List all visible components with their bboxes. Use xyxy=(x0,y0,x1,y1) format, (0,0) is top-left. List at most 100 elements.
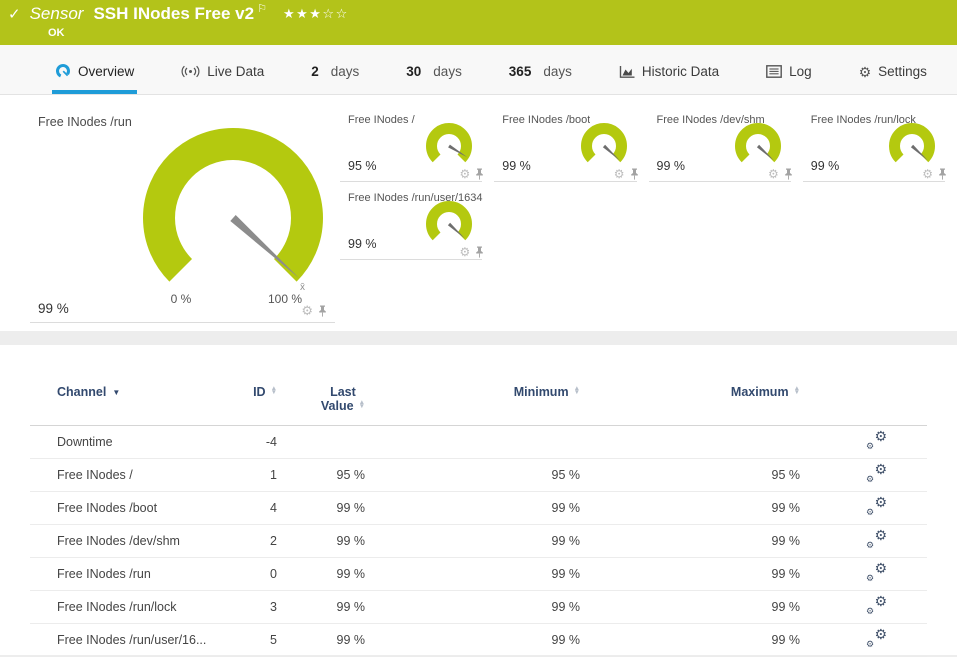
tab-label: Live Data xyxy=(207,64,265,79)
gauge-pin-icon[interactable] xyxy=(938,168,947,180)
gauge-settings-gear-icon[interactable]: ⚙ xyxy=(922,168,933,180)
column-header-id[interactable]: ID ▲ ▼ xyxy=(220,383,277,426)
channel-settings-gears-icon[interactable]: ⚙ ⚙ xyxy=(866,594,887,616)
small-gauge-tile[interactable]: Free INodes /dev/shm 99 % ⚙ xyxy=(648,110,793,182)
column-header-minimum[interactable]: Minimum ▲ ▼ xyxy=(365,383,580,426)
tab-overview[interactable]: Overview xyxy=(52,63,138,94)
channel-minimum: 95 % xyxy=(551,468,581,482)
table-row[interactable]: Free INodes /run 0 99 % 99 % 99 % ⚙ ⚙ xyxy=(30,558,927,591)
gauge-value: 99 % xyxy=(810,159,840,173)
tab-2-days[interactable]: 2 days xyxy=(308,64,362,94)
channel-minimum: 99 % xyxy=(551,567,581,581)
table-row[interactable]: Downtime -4 ⚙ ⚙ xyxy=(30,426,927,459)
channel-settings-gears-icon[interactable]: ⚙ ⚙ xyxy=(866,528,887,550)
channel-minimum: 99 % xyxy=(551,600,581,614)
channel-name: Free INodes /boot xyxy=(57,501,158,515)
channel-last-value: 99 % xyxy=(336,633,366,647)
gauge-value: 95 % xyxy=(348,159,377,173)
log-list-icon xyxy=(766,65,782,78)
channel-id: 5 xyxy=(270,633,277,647)
channel-maximum: 99 % xyxy=(771,600,801,614)
pin-icon xyxy=(630,168,638,180)
small-gauge-tile[interactable]: Free INodes / 95 % ⚙ xyxy=(340,110,484,182)
gauge-pin-icon[interactable] xyxy=(784,168,793,180)
channel-id: 0 xyxy=(270,567,277,581)
priority-stars[interactable]: ★★★☆☆ xyxy=(283,6,349,22)
channel-last-value: 99 % xyxy=(336,534,366,548)
channel-last-value: 99 % xyxy=(336,600,366,614)
gauge-chart xyxy=(426,201,473,241)
channel-last-value: 95 % xyxy=(336,468,366,482)
gauges-panel: Free INodes /run x̄ 0 % 100 % 99 % ⚙ Fre… xyxy=(0,95,957,331)
table-header-row: Channel ▼ ID ▲ ▼ Last Value ▲ ▼ Minimum ▲ ▼ Maxi… xyxy=(30,383,927,426)
column-header-channel[interactable]: Channel ▼ xyxy=(30,383,220,426)
tab-log[interactable]: Log xyxy=(763,64,815,94)
channel-settings-gears-icon[interactable]: ⚙ ⚙ xyxy=(866,429,887,451)
area-chart-icon xyxy=(619,65,635,79)
small-gauge-tile[interactable]: Free INodes /boot 99 % ⚙ xyxy=(494,110,639,182)
pin-icon xyxy=(784,168,792,180)
channel-settings-gears-icon[interactable]: ⚙ ⚙ xyxy=(866,462,887,484)
channel-id: 2 xyxy=(270,534,277,548)
tab-label: Overview xyxy=(78,63,135,79)
gauge-pin-icon[interactable] xyxy=(630,168,639,180)
table-row[interactable]: Free INodes /run/lock 3 99 % 99 % 99 % ⚙ ⚙ xyxy=(30,591,927,624)
tab-30-days[interactable]: 30 days xyxy=(403,64,465,94)
small-gauge-tile[interactable]: Free INodes /run/lock 99 % ⚙ xyxy=(802,110,947,182)
channel-settings-gears-icon[interactable]: ⚙ ⚙ xyxy=(866,627,887,649)
table-row[interactable]: Free INodes /run/user/16... 5 99 % 99 % 99 %… xyxy=(30,624,927,657)
gauge-settings-gear-icon[interactable]: ⚙ xyxy=(614,168,625,180)
tab-live-data[interactable]: Live Data xyxy=(178,64,267,94)
flag-icon[interactable]: ⚐ xyxy=(257,2,267,15)
small-gauge-tile[interactable]: Free INodes /run/user/16342... 99 % ⚙ xyxy=(340,188,484,260)
channel-minimum: 99 % xyxy=(551,501,581,515)
channels-table: Channel ▼ ID ▲ ▼ Last Value ▲ ▼ Minimum ▲ ▼ Maxi… xyxy=(30,383,927,657)
object-kind-label: Sensor xyxy=(29,4,84,23)
channel-maximum: 95 % xyxy=(771,468,801,482)
channel-last-value: 99 % xyxy=(336,567,366,581)
gauge-arc xyxy=(734,123,781,163)
gauge-value: 99 % xyxy=(348,237,377,251)
channel-maximum: 99 % xyxy=(771,567,801,581)
channel-settings-gears-icon[interactable]: ⚙ ⚙ xyxy=(866,561,887,583)
pin-icon xyxy=(319,305,326,317)
gauge-settings-gear-icon[interactable]: ⚙ xyxy=(459,168,470,180)
gauge-arc xyxy=(426,201,473,241)
tab-bar: Overview Live Data 2 days 30 days 365 days … xyxy=(0,45,957,95)
sensor-header: ✓ Sensor SSH INodes Free v2 ⚐ ★★★☆☆ OK xyxy=(0,0,957,45)
gauge-settings-gear-icon[interactable]: ⚙ xyxy=(459,246,470,258)
sort-desc-icon: ▼ xyxy=(112,388,121,397)
table-row[interactable]: Free INodes / 1 95 % 95 % 95 % ⚙ ⚙ xyxy=(30,459,927,492)
gauge-scale-min: 0 % xyxy=(170,292,192,306)
table-row[interactable]: Free INodes /dev/shm 2 99 % 99 % 99 % ⚙ ⚙ xyxy=(30,525,927,558)
gauge-settings-gear-icon[interactable]: ⚙ xyxy=(768,168,779,180)
gauge-arc xyxy=(580,123,627,163)
channel-minimum xyxy=(365,426,580,459)
column-header-maximum[interactable]: Maximum ▲ ▼ xyxy=(580,383,800,426)
channel-id: 3 xyxy=(270,600,277,614)
sort-icon: ▲ ▼ xyxy=(358,398,365,410)
stars-empty: ☆☆ xyxy=(322,6,349,21)
channel-settings-gears-icon[interactable]: ⚙ ⚙ xyxy=(866,495,887,517)
gauge-pin-icon[interactable] xyxy=(318,305,327,317)
gauge-settings-gear-icon[interactable]: ⚙ xyxy=(301,304,313,317)
pin-icon xyxy=(939,168,946,180)
gear-icon: ⚙ xyxy=(858,63,872,80)
channel-maximum: 99 % xyxy=(771,633,801,647)
channel-minimum: 99 % xyxy=(551,633,581,647)
gauge-chart xyxy=(889,123,935,163)
tab-historic-data[interactable]: Historic Data xyxy=(616,64,722,94)
table-row[interactable]: Free INodes /boot 4 99 % 99 % 99 % ⚙ ⚙ xyxy=(30,492,927,525)
gauge-chart xyxy=(143,128,323,282)
column-header-last-value[interactable]: Last Value ▲ ▼ xyxy=(277,383,365,426)
channel-last-value xyxy=(277,426,365,459)
gauge-pin-icon[interactable] xyxy=(475,246,484,258)
gauge-icon xyxy=(55,63,71,79)
tab-settings[interactable]: ⚙ Settings xyxy=(856,64,930,94)
gauge-chart xyxy=(734,123,781,163)
tab-365-days[interactable]: 365 days xyxy=(506,64,575,94)
sort-icon: ▲ ▼ xyxy=(270,384,277,396)
gauge-chart xyxy=(580,123,627,163)
gauge-pin-icon[interactable] xyxy=(475,168,484,180)
channel-maximum: 99 % xyxy=(771,534,801,548)
